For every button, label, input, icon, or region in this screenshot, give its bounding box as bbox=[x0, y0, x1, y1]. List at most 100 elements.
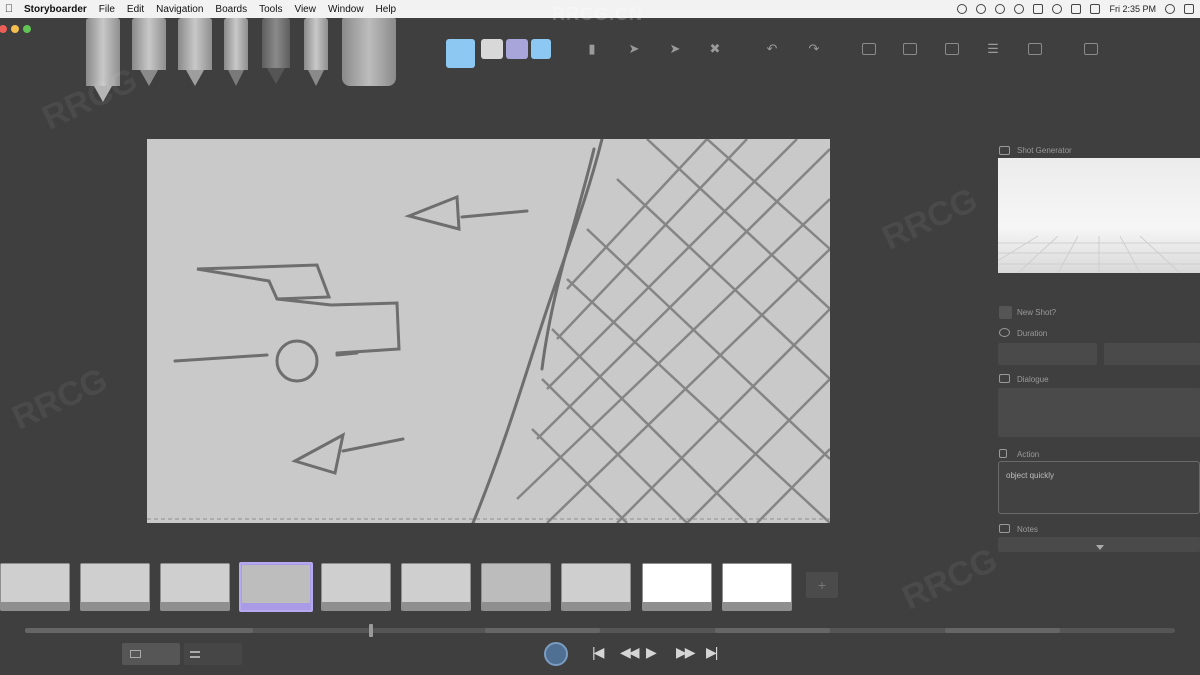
minimize-window-button[interactable] bbox=[11, 25, 19, 33]
volume-icon[interactable] bbox=[1071, 4, 1082, 14]
sync-icon[interactable] bbox=[995, 4, 1006, 14]
timeline-view-icon bbox=[190, 650, 200, 658]
marker-tool[interactable] bbox=[224, 18, 248, 86]
clock[interactable]: Fri 2:35 PM bbox=[1109, 4, 1156, 14]
menu-boards[interactable]: Boards bbox=[209, 4, 253, 15]
status-area: Fri 2:35 PM bbox=[957, 0, 1194, 18]
board-thumbnail-selected[interactable] bbox=[239, 562, 313, 612]
color-swatch-2[interactable] bbox=[506, 39, 528, 59]
fast-forward-icon[interactable]: ▶▶ bbox=[676, 644, 695, 661]
board-thumbnail[interactable] bbox=[401, 563, 471, 611]
maximize-window-button[interactable] bbox=[23, 25, 31, 33]
layout-icon-1[interactable] bbox=[862, 43, 876, 55]
search-icon[interactable] bbox=[1165, 4, 1175, 14]
brightness-icon[interactable] bbox=[976, 4, 987, 14]
shot-generator-preview[interactable] bbox=[998, 158, 1200, 273]
timeline-view-button[interactable] bbox=[184, 643, 242, 665]
color-swatch-1[interactable] bbox=[481, 39, 503, 59]
board-thumbnail[interactable] bbox=[0, 563, 70, 611]
timeline-segment bbox=[945, 628, 1060, 633]
pencil-tool[interactable] bbox=[86, 18, 120, 102]
notes-label: Notes bbox=[1017, 525, 1038, 534]
new-shot-label: New Shot? bbox=[1017, 308, 1057, 317]
timeline-segment bbox=[25, 628, 253, 633]
board-thumbnail[interactable] bbox=[321, 563, 391, 611]
wifi-icon[interactable] bbox=[1052, 4, 1063, 14]
clock-icon bbox=[999, 328, 1010, 337]
menu-edit[interactable]: Edit bbox=[121, 4, 150, 15]
layers-icon[interactable]: ☰ bbox=[985, 42, 1001, 56]
watermark-overlay: RRCG bbox=[6, 360, 114, 438]
board-thumbnail[interactable] bbox=[160, 563, 230, 611]
record-icon[interactable] bbox=[957, 4, 968, 14]
timeline-scrubber[interactable] bbox=[25, 628, 1175, 633]
action-field[interactable]: object quickly bbox=[998, 461, 1200, 514]
dialogue-icon bbox=[999, 374, 1010, 383]
color-swatch-current[interactable] bbox=[446, 39, 475, 68]
battery-icon[interactable] bbox=[1090, 4, 1101, 14]
brush-tool[interactable] bbox=[178, 18, 212, 86]
export-icon[interactable] bbox=[1084, 43, 1098, 55]
timeline-segment bbox=[715, 628, 830, 633]
duration-frames-field[interactable] bbox=[1104, 343, 1200, 365]
layout-icon-4[interactable] bbox=[1028, 43, 1042, 55]
board-canvas[interactable] bbox=[147, 139, 830, 523]
board-view-icon bbox=[130, 650, 141, 658]
menu-list-icon[interactable] bbox=[1184, 4, 1194, 14]
dialogue-field[interactable] bbox=[998, 388, 1200, 437]
lasso-icon[interactable]: ✖ bbox=[707, 42, 723, 56]
duration-label: Duration bbox=[1017, 329, 1048, 338]
expand-caret-icon[interactable] bbox=[1096, 545, 1104, 550]
eraser-tool[interactable] bbox=[342, 18, 396, 86]
watermark-logo-icon bbox=[544, 642, 568, 666]
close-window-button[interactable] bbox=[0, 25, 7, 33]
play-icon[interactable]: ▶ bbox=[646, 644, 657, 661]
menu-view[interactable]: View bbox=[288, 4, 322, 15]
layout-icon-3[interactable] bbox=[945, 43, 959, 55]
menu-tools[interactable]: Tools bbox=[253, 4, 288, 15]
camera-icon bbox=[999, 146, 1010, 155]
duration-ms-field[interactable] bbox=[998, 343, 1097, 365]
redo-icon[interactable]: ↷ bbox=[806, 42, 822, 56]
sketch-drawing bbox=[147, 139, 830, 523]
color-swatch-3[interactable] bbox=[531, 39, 551, 59]
watermark-text: RRCG.CN bbox=[552, 4, 643, 24]
menu-navigation[interactable]: Navigation bbox=[150, 4, 209, 15]
timeline-playhead[interactable] bbox=[369, 624, 373, 637]
watermark-overlay: RRCG bbox=[896, 540, 1004, 618]
storyboarder-window:  Storyboarder File Edit Navigation Boar… bbox=[0, 0, 1200, 675]
action-icon bbox=[999, 449, 1007, 458]
board-thumbnail-blank[interactable] bbox=[722, 563, 792, 611]
bluetooth-icon[interactable] bbox=[1033, 4, 1044, 14]
dialogue-label: Dialogue bbox=[1017, 375, 1049, 384]
board-thumbnail[interactable] bbox=[561, 563, 631, 611]
menu-file[interactable]: File bbox=[93, 4, 121, 15]
skip-forward-icon[interactable]: ▶| bbox=[706, 644, 718, 661]
rewind-icon[interactable]: ◀◀ bbox=[620, 644, 639, 661]
skip-back-icon[interactable]: |◀ bbox=[592, 644, 604, 661]
watermark-overlay: RRCG bbox=[876, 180, 984, 258]
pen-tool[interactable] bbox=[132, 18, 166, 86]
light-pencil-tool[interactable] bbox=[304, 18, 328, 86]
add-board-button[interactable]: + bbox=[806, 572, 838, 598]
layout-icon-2[interactable] bbox=[903, 43, 917, 55]
apple-logo-icon[interactable]:  bbox=[0, 3, 18, 15]
undo-icon[interactable]: ↶ bbox=[764, 42, 780, 56]
floor-grid bbox=[998, 235, 1200, 273]
board-view-button[interactable] bbox=[122, 643, 180, 665]
ink-pen-tool[interactable] bbox=[262, 18, 290, 84]
action-label: Action bbox=[1017, 450, 1040, 459]
shot-generator-label: Shot Generator bbox=[1017, 146, 1072, 155]
menu-app-name[interactable]: Storyboarder bbox=[18, 4, 93, 15]
board-thumbnail[interactable] bbox=[481, 563, 551, 611]
board-thumbnail[interactable] bbox=[80, 563, 150, 611]
notes-icon bbox=[999, 524, 1010, 533]
board-thumbnail-blank[interactable] bbox=[642, 563, 712, 611]
select-add-icon[interactable]: ➤ bbox=[626, 42, 642, 56]
new-shot-checkbox[interactable] bbox=[999, 306, 1012, 319]
select-move-icon[interactable]: ➤ bbox=[667, 42, 683, 56]
menu-help[interactable]: Help bbox=[370, 4, 403, 15]
trash-icon[interactable]: ▮ bbox=[584, 42, 600, 56]
time-machine-icon[interactable] bbox=[1014, 4, 1025, 14]
menu-window[interactable]: Window bbox=[322, 4, 370, 15]
